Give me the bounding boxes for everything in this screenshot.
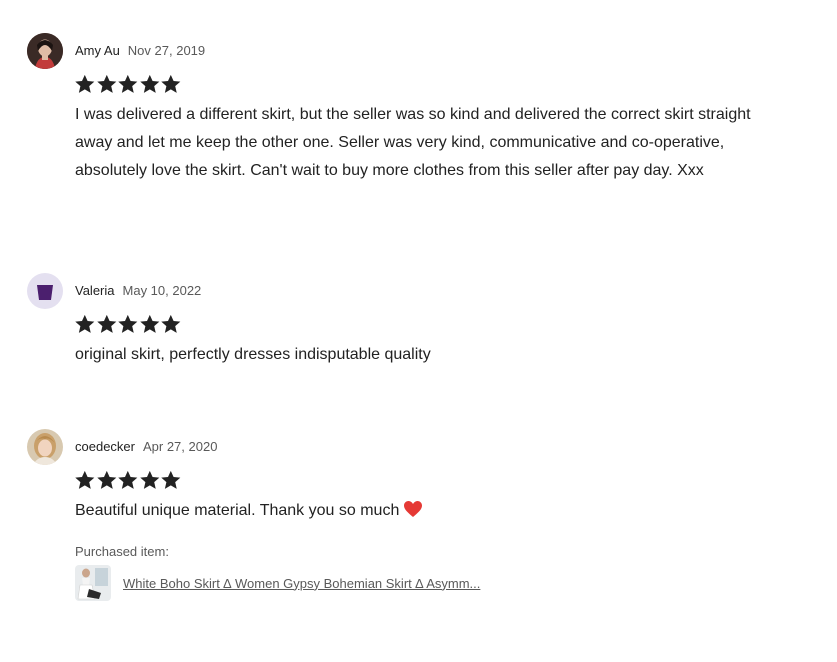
star-icon [161,470,181,489]
heart-emoji-icon [404,501,423,517]
star-icon [161,314,181,333]
avatar[interactable] [27,429,63,465]
review-date: May 10, 2022 [122,283,202,298]
reviewer-name[interactable]: Valeria [75,283,115,298]
avatar[interactable] [27,273,63,309]
star-icon [96,314,116,333]
star-icon [140,314,160,333]
review-item: coedecker Apr 27, 2020 Beautiful unique m… [27,429,787,609]
star-icon [75,470,95,489]
avatar[interactable] [27,33,63,69]
review-meta: Amy Au Nov 27, 2019 [75,43,205,59]
purchased-item-thumbnail[interactable] [75,565,111,601]
star-icon [118,470,138,489]
star-icon [140,470,160,489]
review-meta: coedecker Apr 27, 2020 [75,439,217,455]
star-icon [75,74,95,93]
review-item: Valeria May 10, 2022 original skirt, perf… [27,273,787,373]
reviewer-name[interactable]: Amy Au [75,43,120,58]
star-icon [96,74,116,93]
review-date: Apr 27, 2020 [142,439,218,454]
star-icon [96,470,116,489]
star-rating [74,469,182,491]
reviewer-name[interactable]: coedecker [75,439,135,454]
review-text: Beautiful unique material. Thank you so … [75,497,787,525]
star-icon [161,74,181,93]
star-icon [140,74,160,93]
star-icon [118,314,138,333]
review-text: original skirt, perfectly dresses indisp… [75,346,431,363]
star-rating [74,313,182,335]
review-text: I was delivered a different skirt, but t… [75,106,751,179]
purchased-item-link[interactable]: White Boho Skirt ∆ Women Gypsy Bohemian … [123,576,480,591]
purchased-item-label: Purchased item: [75,544,169,559]
review-meta: Valeria May 10, 2022 [75,283,201,299]
review-text-content: Beautiful unique material. Thank you so … [75,502,400,519]
star-icon [75,314,95,333]
purchased-item[interactable]: White Boho Skirt ∆ Women Gypsy Bohemian … [75,565,480,601]
star-rating [74,73,182,95]
star-icon [118,74,138,93]
review-date: Nov 27, 2019 [127,43,206,58]
review-item: Amy Au Nov 27, 2019 I was delivered a dif… [27,33,787,213]
